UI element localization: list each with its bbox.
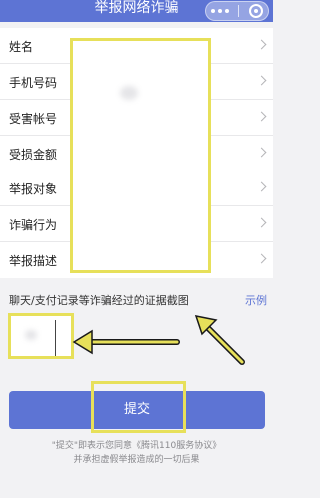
mini-program-capsule xyxy=(205,1,269,21)
row-label: 姓名 xyxy=(9,40,34,54)
example-link[interactable]: 示例 xyxy=(245,292,267,308)
chevron-right-icon xyxy=(256,181,267,192)
evidence-upload-thumbnail[interactable] xyxy=(8,313,74,359)
row-label: 举报对象 xyxy=(9,182,58,196)
top-bar: 举报网络诈骗 xyxy=(0,0,273,22)
row-label: 举报描述 xyxy=(9,254,58,268)
evidence-section: 聊天/支付记录等诈骗经过的证据截图 示例 xyxy=(0,282,273,362)
thumbnail-divider xyxy=(55,320,56,356)
chevron-right-icon xyxy=(256,111,267,122)
chevron-right-icon xyxy=(256,147,267,158)
false-report-warning: 并承担虚假举报造成的一切后果 xyxy=(73,455,200,465)
evidence-label: 聊天/支付记录等诈骗经过的证据截图 xyxy=(9,294,189,307)
row-label: 手机号码 xyxy=(9,76,58,90)
redaction-smudge xyxy=(120,86,138,100)
chevron-right-icon xyxy=(256,217,267,228)
submit-button[interactable]: 提交 xyxy=(9,391,265,429)
chevron-right-icon xyxy=(256,75,267,86)
chevron-right-icon xyxy=(256,39,267,50)
row-label: 受害帐号 xyxy=(9,112,58,126)
row-label: 受损金额 xyxy=(9,148,58,162)
capsule-divider xyxy=(238,5,240,17)
chevron-right-icon xyxy=(256,253,267,264)
close-target-icon[interactable] xyxy=(249,4,264,18)
redaction-smudge xyxy=(25,330,37,340)
redacted-input-area xyxy=(70,38,211,273)
row-label: 诈骗行为 xyxy=(9,218,58,232)
terms-notice: "提交"即表示您同意《腾讯110服务协议》 xyxy=(51,441,222,451)
more-dots-icon[interactable] xyxy=(210,9,229,13)
